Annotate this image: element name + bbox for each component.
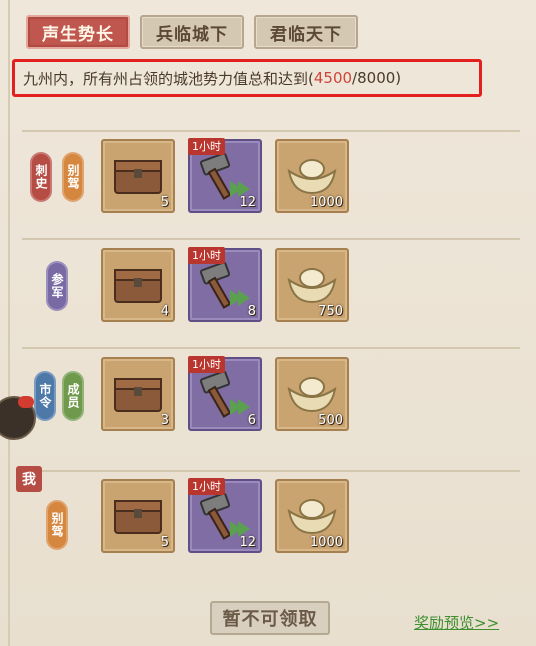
rank-badge-biejia: 别驾 [62, 152, 84, 202]
reward-quantity: 8 [247, 304, 256, 319]
row-divider [22, 238, 520, 240]
reward-slot-ingot[interactable]: 750 [275, 248, 349, 322]
reward-quantity: 12 [239, 195, 256, 210]
reward-quantity: 6 [247, 413, 256, 428]
tab-sheng-sheng-shi-zhang[interactable]: 声生势长 [26, 15, 130, 49]
treasure-chest-icon [114, 378, 162, 412]
chat-bubble-icon[interactable] [0, 396, 36, 440]
reward-slot-chest[interactable]: 3 [101, 357, 175, 431]
row-divider [22, 130, 520, 132]
progress-current: 4500 [313, 69, 353, 87]
objective-suffix: ) [395, 69, 402, 87]
treasure-chest-icon [114, 160, 162, 194]
notification-dot [18, 396, 34, 408]
panel-border [8, 0, 10, 646]
rank-badge-shiling: 市令 [34, 371, 56, 421]
row-divider [22, 347, 520, 349]
reward-slot-hammer[interactable]: 1小时 8 [188, 247, 262, 322]
hammer-icon [199, 261, 250, 309]
me-badge: 我 [16, 466, 42, 492]
reward-slot-ingot[interactable]: 1000 [275, 479, 349, 553]
tab-jun-lin-tian-xia[interactable]: 君临天下 [254, 15, 358, 49]
claim-button[interactable]: 暂不可领取 [210, 601, 330, 635]
reward-slot-ingot[interactable]: 1000 [275, 139, 349, 213]
timer-label: 1小时 [188, 478, 225, 495]
treasure-chest-icon [114, 500, 162, 534]
reward-preview-link[interactable]: 奖励预览>> [414, 612, 499, 633]
rewards-panel: 声生势长 兵临城下 君临天下 九州内，所有州占领的城池势力值总和达到(4500/… [0, 0, 536, 646]
reward-slot-hammer[interactable]: 1小时 12 [188, 138, 262, 213]
reward-slot-chest[interactable]: 4 [101, 248, 175, 322]
reward-quantity: 5 [160, 195, 169, 210]
reward-quantity: 500 [318, 413, 343, 428]
rank-badge-canjun: 参军 [46, 261, 68, 311]
reward-slot-ingot[interactable]: 500 [275, 357, 349, 431]
timer-label: 1小时 [188, 356, 225, 373]
rank-badge-cishi: 刺史 [30, 152, 52, 202]
timer-label: 1小时 [188, 247, 225, 264]
reward-slot-chest[interactable]: 5 [101, 139, 175, 213]
objective-text: 九州内，所有州占领的城池势力值总和达到(4500/8000) [12, 59, 482, 97]
progress-target: 8000 [357, 69, 396, 87]
reward-quantity: 1000 [309, 535, 343, 550]
rank-badge-chengyuan: 成员 [62, 371, 84, 421]
reward-slot-chest[interactable]: 5 [101, 479, 175, 553]
timer-label: 1小时 [188, 138, 225, 155]
objective-prefix: 九州内，所有州占领的城池势力值总和达到( [23, 69, 314, 88]
reward-slot-hammer[interactable]: 1小时 12 [188, 478, 262, 553]
rank-badge-biejia: 别驾 [46, 500, 68, 550]
hammer-icon [199, 370, 250, 418]
reward-slot-hammer[interactable]: 1小时 6 [188, 356, 262, 431]
row-divider [22, 470, 520, 472]
tab-bing-lin-cheng-xia[interactable]: 兵临城下 [140, 15, 244, 49]
treasure-chest-icon [114, 269, 162, 303]
reward-quantity: 1000 [309, 195, 343, 210]
reward-quantity: 5 [160, 535, 169, 550]
reward-quantity: 3 [160, 413, 169, 428]
reward-quantity: 750 [318, 304, 343, 319]
reward-quantity: 4 [160, 304, 169, 319]
reward-quantity: 12 [239, 535, 256, 550]
